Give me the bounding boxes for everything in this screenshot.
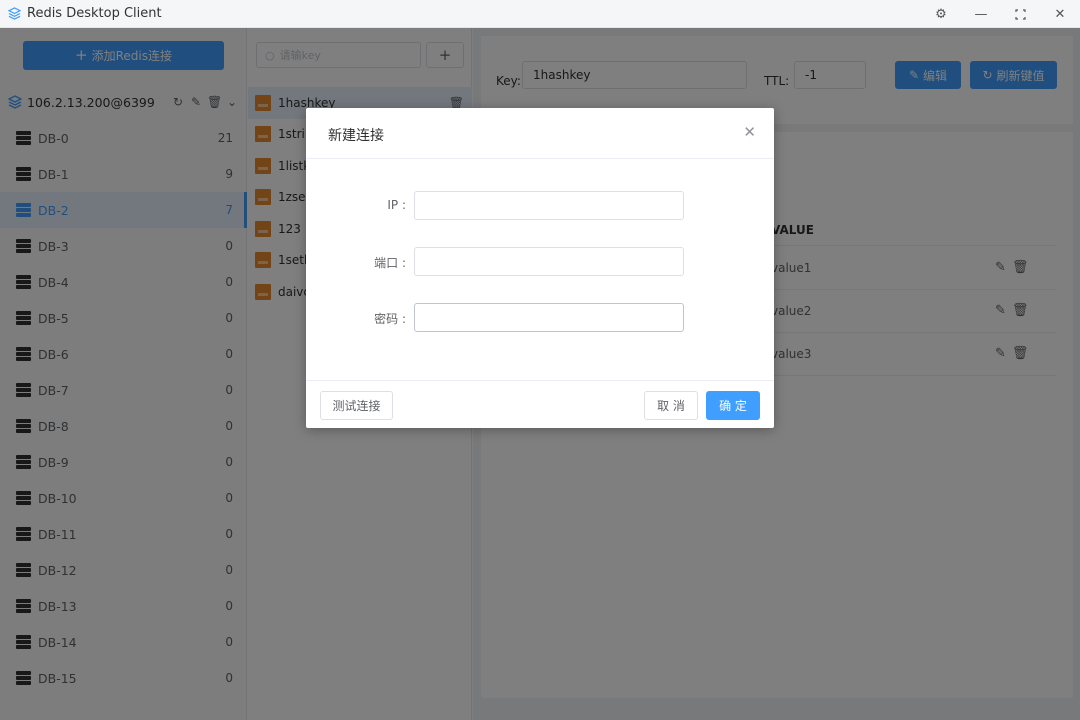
dialog-divider xyxy=(306,158,774,159)
port-input[interactable] xyxy=(414,247,684,276)
dialog-title: 新建连接 xyxy=(328,128,384,144)
new-connection-dialog: 新建连接 ✕ IP : 端口 : 密码 : 测试连接 取 消 确 定 xyxy=(306,108,774,428)
close-icon[interactable]: ✕ xyxy=(743,123,756,141)
password-label: 密码 : xyxy=(374,312,406,326)
app-logo-icon xyxy=(8,7,21,20)
ip-label: IP : xyxy=(387,198,406,212)
maximize-icon[interactable] xyxy=(1000,0,1040,28)
window-title: Redis Desktop Client xyxy=(27,6,162,21)
ip-input[interactable] xyxy=(414,191,684,220)
dialog-footer-divider xyxy=(306,380,774,381)
cancel-button[interactable]: 取 消 xyxy=(644,391,698,420)
close-icon[interactable]: ✕ xyxy=(1040,0,1080,28)
password-input[interactable] xyxy=(414,303,684,332)
confirm-button[interactable]: 确 定 xyxy=(706,391,760,420)
form-row-password: 密码 : xyxy=(306,303,774,333)
title-bar: Redis Desktop Client xyxy=(0,0,1080,28)
form-row-ip: IP : xyxy=(306,191,774,221)
settings-icon[interactable]: ⚙ xyxy=(921,0,961,28)
minimize-icon[interactable]: — xyxy=(961,0,1001,28)
test-connection-button[interactable]: 测试连接 xyxy=(320,391,393,420)
form-row-port: 端口 : xyxy=(306,247,774,277)
port-label: 端口 : xyxy=(374,256,406,270)
